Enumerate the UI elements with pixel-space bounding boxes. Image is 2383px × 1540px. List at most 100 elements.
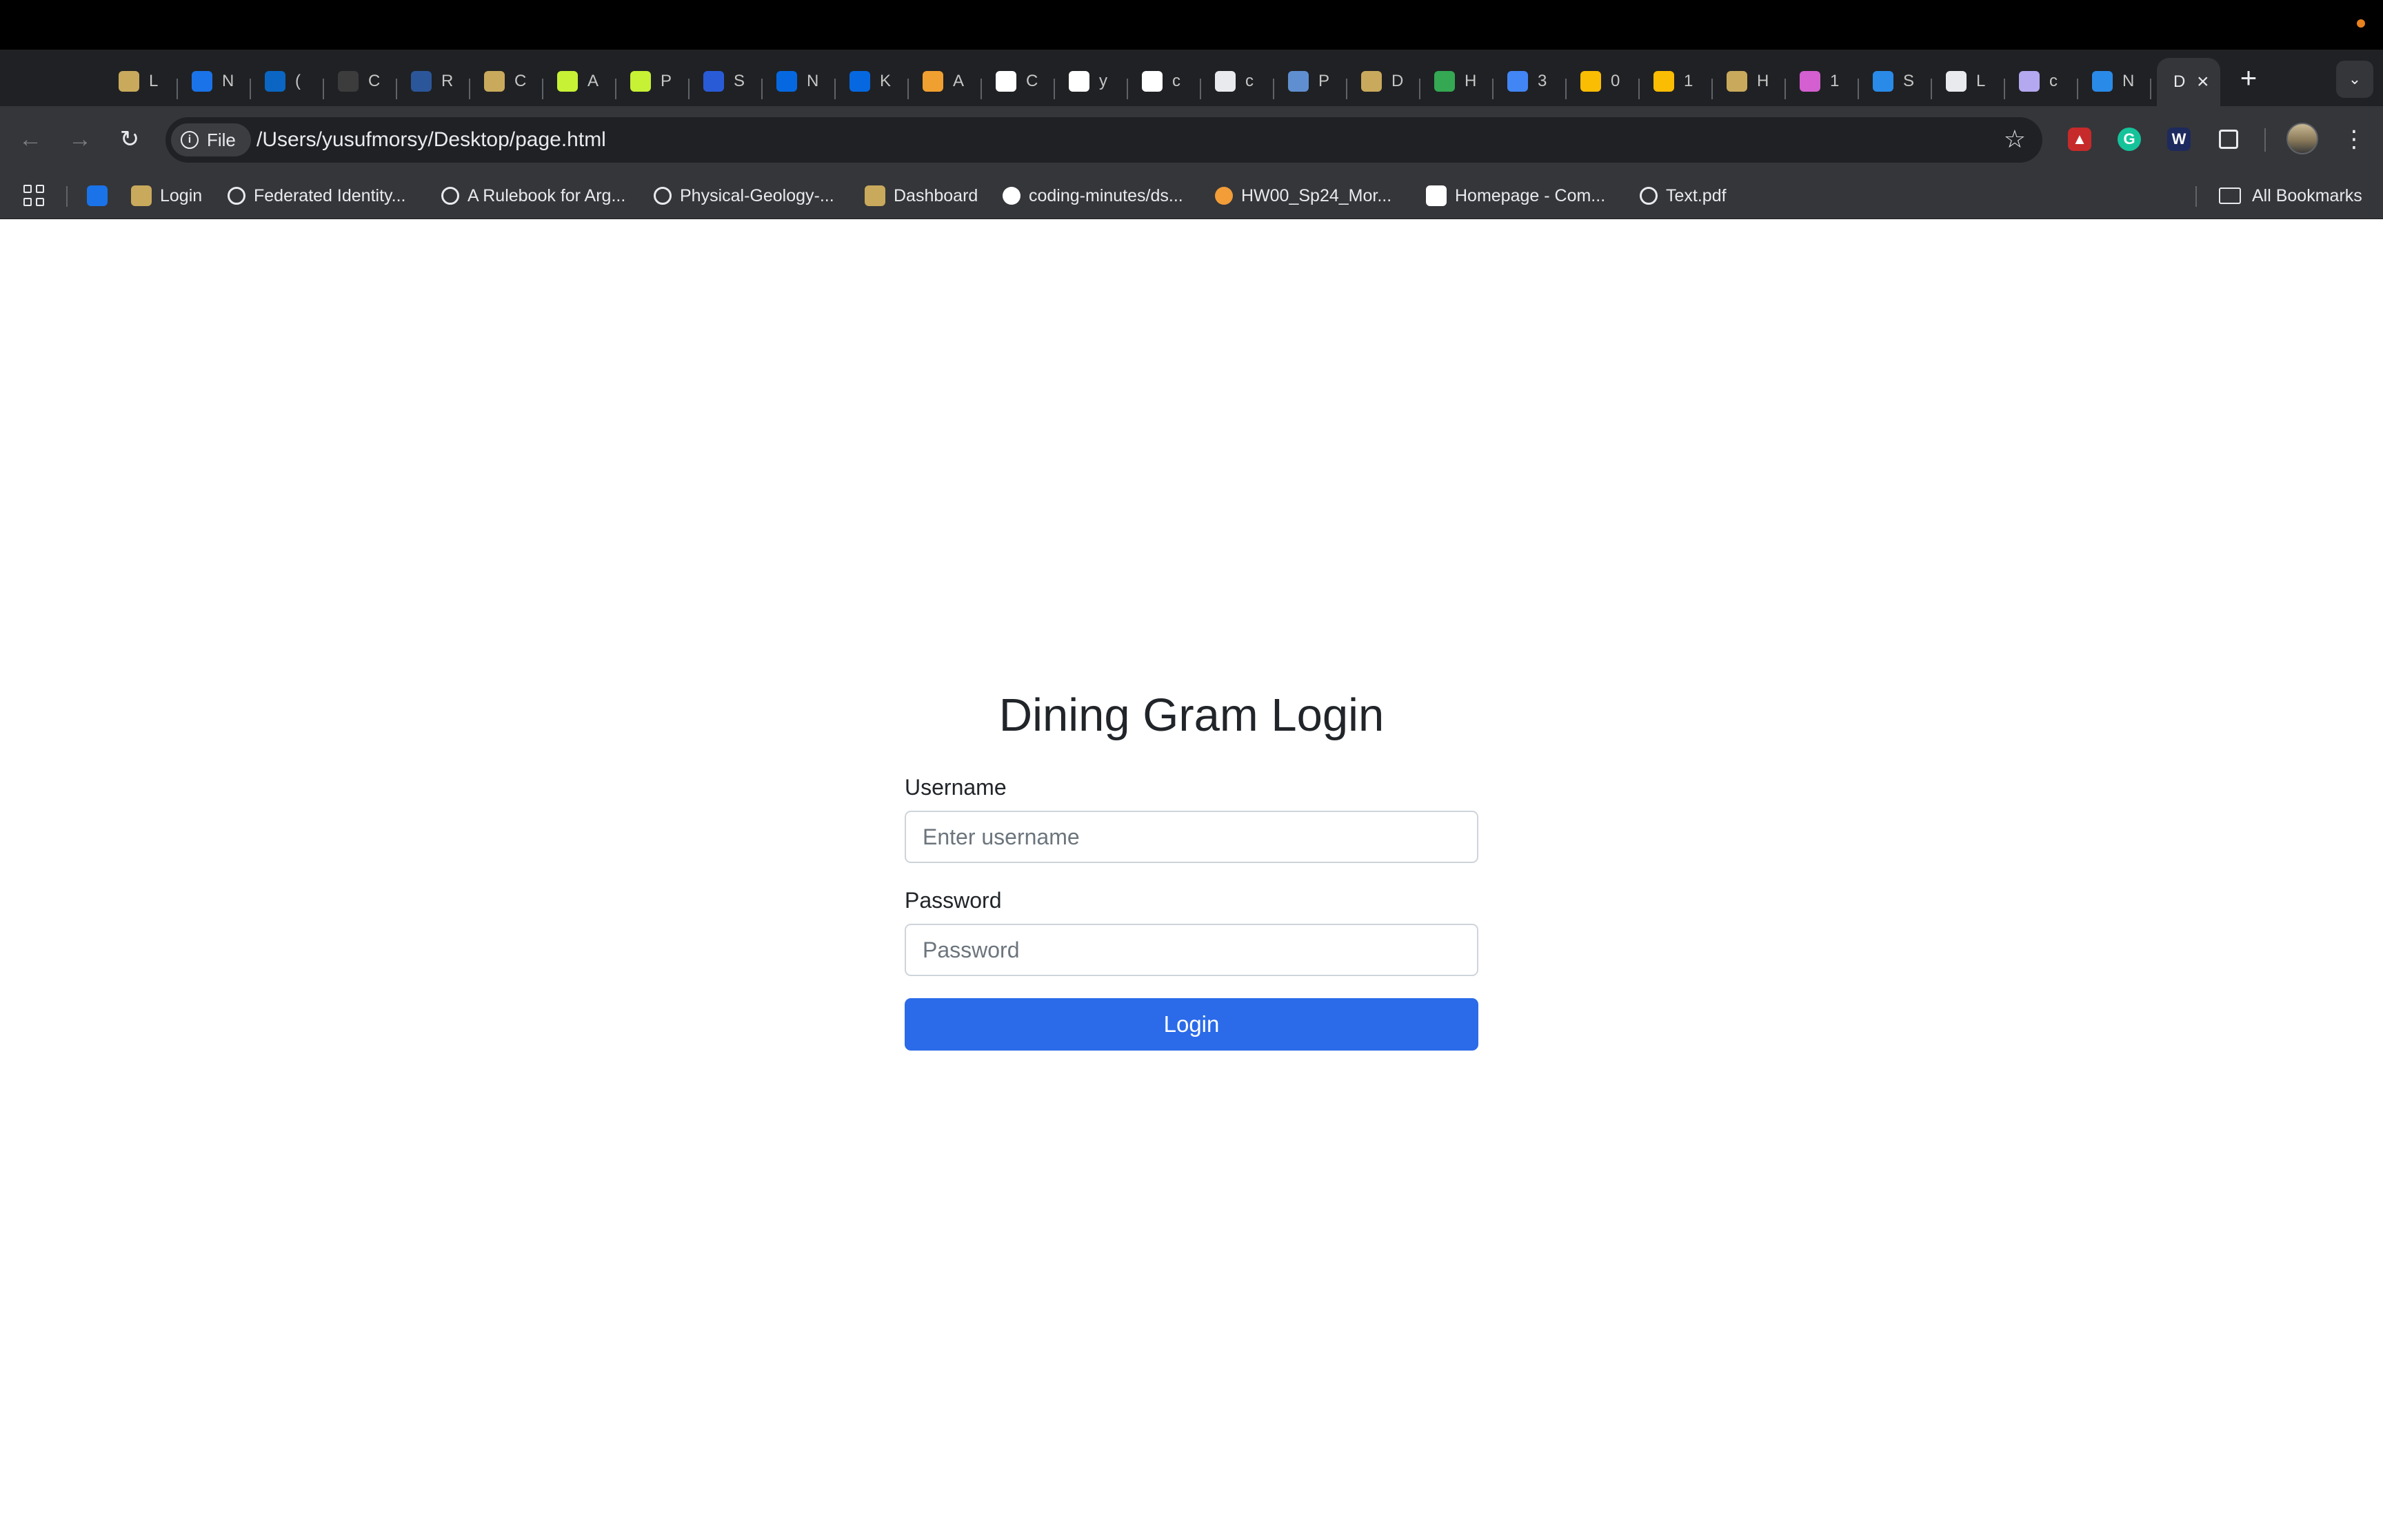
- bookmark-item[interactable]: coding-minutes/ds...: [1003, 172, 1183, 219]
- browser-tab[interactable]: N: [2088, 62, 2135, 101]
- bookmark-label: Login: [160, 185, 203, 205]
- word-icon: [411, 71, 432, 92]
- browser-tab[interactable]: S: [699, 62, 746, 101]
- browser-tab[interactable]: C: [334, 62, 381, 101]
- bookmark-item[interactable]: [87, 172, 108, 219]
- browser-tab[interactable]: 1: [1649, 62, 1696, 101]
- browser-tab[interactable]: P: [1284, 62, 1331, 101]
- bookmark-label: coding-minutes/ds...: [1029, 185, 1183, 205]
- acrobat-extension-icon[interactable]: ▲: [2063, 123, 2096, 156]
- url-text[interactable]: /Users/yusufmorsy/Desktop/page.html: [257, 128, 606, 152]
- bookmark-item[interactable]: HW00_Sp24_Mor...: [1215, 172, 1391, 219]
- tab-divider: [688, 79, 690, 99]
- tab-title: (: [295, 72, 301, 90]
- site-info-chip[interactable]: i File: [171, 123, 251, 156]
- bookmark-item[interactable]: Federated Identity...: [228, 172, 406, 219]
- tab-title: K: [880, 72, 892, 90]
- bookmark-label: Homepage - Com...: [1455, 185, 1606, 205]
- browser-tab[interactable]: H: [1430, 62, 1477, 101]
- github-icon: [1142, 71, 1163, 92]
- login-button[interactable]: Login: [905, 998, 1478, 1051]
- tab-divider: [1638, 79, 1640, 99]
- browser-tab[interactable]: N: [188, 62, 234, 101]
- bookmark-item[interactable]: Homepage - Com...: [1426, 172, 1605, 219]
- tab-divider: [1054, 79, 1055, 99]
- back-arrow-icon[interactable]: ←: [14, 123, 47, 156]
- browser-tab[interactable]: K: [845, 62, 892, 101]
- recording-indicator-dot: [2357, 19, 2365, 28]
- bookmark-star-icon[interactable]: ☆: [2004, 125, 2026, 153]
- plus-icon[interactable]: +: [2231, 61, 2266, 95]
- browser-tab[interactable]: L: [114, 62, 161, 101]
- profile-avatar[interactable]: [2286, 123, 2318, 154]
- browser-tab[interactable]: y: [1065, 62, 1112, 101]
- browser-tab[interactable]: c: [1138, 62, 1185, 101]
- browser-tab[interactable]: c: [1211, 62, 1258, 101]
- bookmark-item[interactable]: Text.pdf: [1640, 172, 1727, 219]
- browser-tab[interactable]: N: [772, 62, 819, 101]
- tab-divider: [469, 79, 470, 99]
- browser-tab[interactable]: c: [2015, 62, 2062, 101]
- tab-title: H: [1757, 72, 1769, 90]
- browser-tab[interactable]: 1: [1796, 62, 1842, 101]
- browser-tab[interactable]: (: [261, 62, 308, 101]
- forward-arrow-icon[interactable]: →: [63, 123, 97, 156]
- tab-divider: [1784, 79, 1786, 99]
- c-logo-icon: [703, 71, 724, 92]
- browser-toolbar: ← → ↻ i File /Users/yusufmorsy/Desktop/p…: [0, 106, 2383, 172]
- close-icon[interactable]: ×: [2197, 72, 2209, 92]
- bookmark-item[interactable]: Login: [131, 172, 202, 219]
- tab-title: P: [661, 72, 672, 90]
- tab-title: C: [514, 72, 527, 90]
- bookmark-item[interactable]: Physical-Geology-...: [654, 172, 834, 219]
- browser-tab[interactable]: C: [992, 62, 1038, 101]
- username-label: Username: [905, 775, 1007, 800]
- google-docs-icon: [1507, 71, 1528, 92]
- browser-tab[interactable]: L: [1942, 62, 1989, 101]
- more-options-icon[interactable]: ⋮: [2337, 123, 2371, 156]
- browser-tab[interactable]: R: [407, 62, 454, 101]
- tab-divider: [907, 79, 909, 99]
- bookmark-item[interactable]: A Rulebook for Arg...: [441, 172, 625, 219]
- tab-title: c: [1172, 72, 1180, 90]
- browser-tab-active[interactable]: D ×: [2157, 58, 2220, 106]
- grammarly-extension-icon[interactable]: G: [2113, 123, 2146, 156]
- browser-tab[interactable]: A: [918, 62, 965, 101]
- browser-tab[interactable]: P: [626, 62, 673, 101]
- apps-grid-icon[interactable]: [23, 185, 46, 207]
- reload-icon[interactable]: ↻: [113, 123, 146, 156]
- tab-title: P: [1318, 72, 1330, 90]
- login-form: Dining Gram Login Username Password Logi…: [905, 688, 1478, 1051]
- browser-tab[interactable]: 0: [1576, 62, 1623, 101]
- tab-divider: [1346, 79, 1347, 99]
- tab-divider: [1492, 79, 1494, 99]
- extensions-puzzle-icon[interactable]: [2212, 123, 2245, 156]
- chevron-down-icon[interactable]: ⌄: [2336, 61, 2373, 98]
- tab-title: c: [2049, 72, 2058, 90]
- bookmark-item[interactable]: Dashboard: [865, 172, 978, 219]
- bookmarks-divider: [2195, 186, 2197, 207]
- tab-divider: [1858, 79, 1859, 99]
- address-bar[interactable]: i File /Users/yusufmorsy/Desktop/page.ht…: [165, 117, 2042, 163]
- tab-title: C: [1026, 72, 1038, 90]
- all-bookmarks-button[interactable]: All Bookmarks: [2219, 172, 2362, 219]
- password-input[interactable]: [905, 924, 1478, 976]
- cu-buffalo-icon: [484, 71, 505, 92]
- bookmark-label: Text.pdf: [1666, 185, 1727, 205]
- tab-title: 1: [1830, 72, 1840, 90]
- notes-icon: [1946, 71, 1967, 92]
- tab-title: y: [1099, 72, 1107, 90]
- wordtune-extension-icon[interactable]: W: [2162, 123, 2195, 156]
- tab-title: S: [1903, 72, 1915, 90]
- cu-buffalo-icon: [1361, 71, 1382, 92]
- browser-tab[interactable]: A: [553, 62, 600, 101]
- tab-divider: [834, 79, 836, 99]
- browser-tab[interactable]: S: [1869, 62, 1916, 101]
- browser-tab[interactable]: C: [480, 62, 527, 101]
- browser-tab[interactable]: H: [1722, 62, 1769, 101]
- cu-buffalo-icon: [131, 185, 152, 206]
- browser-tab[interactable]: 3: [1503, 62, 1550, 101]
- browser-tab[interactable]: D: [1357, 62, 1404, 101]
- username-input[interactable]: [905, 811, 1478, 863]
- macos-menu-bar: [0, 0, 2383, 50]
